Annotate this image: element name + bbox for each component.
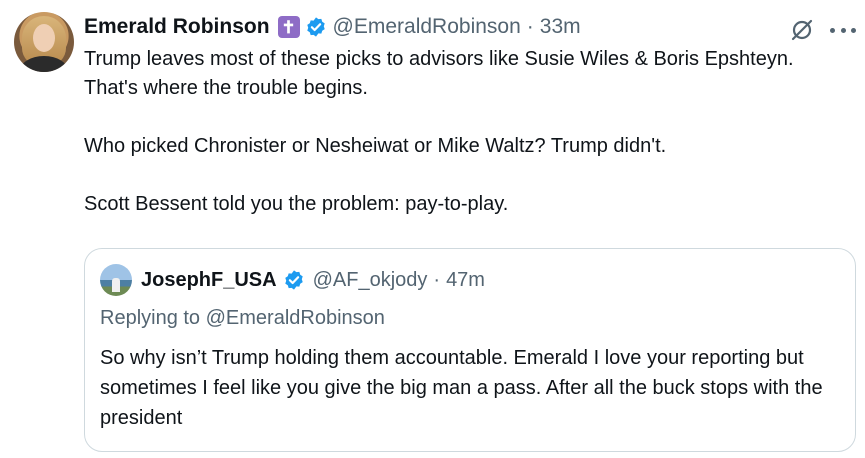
tweet-paragraph: Who picked Chronister or Nesheiwat or Mi… [84,135,667,157]
author-handle[interactable]: @EmeraldRobinson [333,15,521,39]
quoted-tweet-text: So why isn’t Trump holding them accounta… [100,347,823,429]
separator-dot: · [433,268,441,291]
quoted-tweet-timestamp[interactable]: 47m [446,269,485,292]
tweet-body: Trump leaves most of these picks to advi… [84,45,844,219]
avatar-figure [112,278,120,292]
author-name[interactable]: Emerald Robinson [84,15,270,39]
quoted-tweet-card[interactable]: JosephF_USA @AF_okjody · 47m Replying to… [84,248,856,452]
quoted-author-handle[interactable]: @AF_okjody [313,269,428,292]
author-avatar[interactable] [14,12,74,72]
cross-badge-icon[interactable]: ✝ [277,16,300,38]
replying-to-label[interactable]: Replying to @EmeraldRobinson [100,307,385,330]
more-dot [830,27,835,33]
avatar-face [33,24,55,52]
tweet-header: Emerald Robinson ✝ @EmeraldRobinson · 33… [84,10,581,44]
grok-icon[interactable] [790,18,814,42]
separator-dot: · [526,15,534,38]
tweet-paragraph: Trump leaves most of these picks to advi… [84,48,794,99]
verified-check-icon[interactable] [305,16,327,38]
quoted-author-avatar[interactable] [100,264,132,296]
tweet-timestamp[interactable]: 33m [540,15,581,39]
tweet-paragraph: Scott Bessent told you the problem: pay-… [84,193,509,215]
more-options-icon[interactable] [830,18,856,42]
more-dot [840,27,846,33]
verified-check-icon[interactable] [283,269,305,291]
quoted-tweet-header: JosephF_USA @AF_okjody · 47m [141,265,485,295]
more-dot [851,27,856,33]
quoted-author-name[interactable]: JosephF_USA [141,269,277,292]
